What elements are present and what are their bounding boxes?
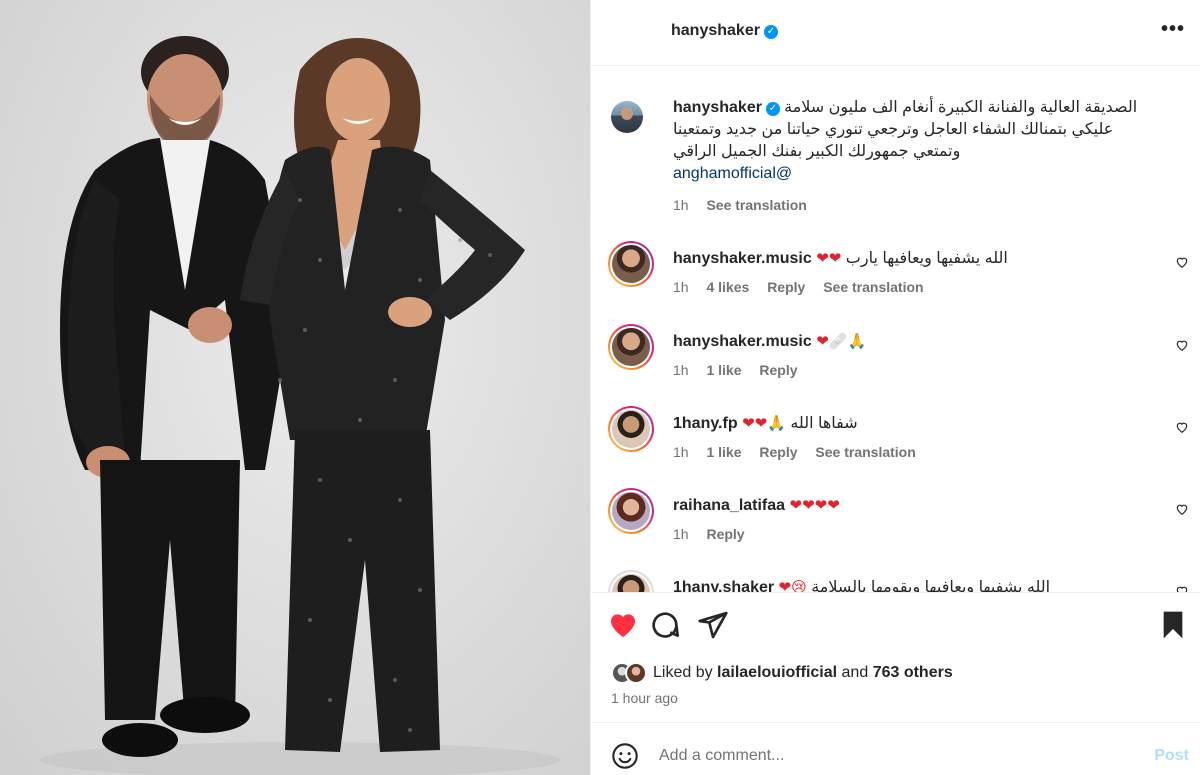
comment-like-heart-icon[interactable] [1175, 502, 1189, 516]
post-side-panel: hanyshaker ✓ ••• hanyshaker ✓ الصديقة العا… [590, 0, 1200, 775]
commenter-username[interactable]: hanyshaker.music [673, 250, 812, 267]
caption-time: 1h [673, 197, 689, 213]
reply-button[interactable]: Reply [706, 526, 744, 542]
comment-likes-count[interactable]: 1 like [706, 362, 741, 378]
comment-emoji: ❤😢 [778, 578, 807, 592]
reply-button[interactable]: Reply [759, 444, 797, 460]
see-translation-link[interactable]: See translation [706, 197, 806, 213]
liked-by-others[interactable]: 763 others [873, 664, 953, 681]
liker-avatar [625, 662, 647, 684]
caption-author-avatar[interactable] [611, 101, 643, 133]
verified-badge-icon: ✓ [763, 25, 778, 39]
heart-filled-icon[interactable] [607, 609, 639, 641]
instagram-post-view: hanyshaker ✓ ••• hanyshaker ✓ الصديقة العا… [0, 0, 1200, 775]
photo-illustration [40, 36, 560, 775]
comments-list[interactable]: hanyshaker ✓ الصديقة العالية والفنانة الك… [591, 67, 1200, 592]
caption-text-line-3: وتمتعي جمهورلك الكبير بفنك الجميل الراقي [673, 143, 961, 160]
comment-emoji: ❤❤🙏 [742, 414, 786, 432]
author-username-text[interactable]: hanyshaker [671, 22, 760, 39]
comment-emoji: ❤❤❤❤ [789, 496, 840, 514]
comment-icon[interactable] [649, 609, 681, 641]
comment-like-heart-icon[interactable] [1175, 584, 1189, 592]
comment-item: 1hany.shaker ❤😢 الله يشفيها ويعافيها ويق… [591, 570, 1200, 592]
more-options-icon[interactable]: ••• [1161, 18, 1185, 41]
caption-mention-link[interactable]: anghamofficial@ [673, 163, 1173, 185]
see-translation-link[interactable]: See translation [815, 444, 915, 460]
commenter-avatar[interactable] [608, 241, 654, 287]
commenter-avatar[interactable] [608, 570, 654, 592]
liked-by-user[interactable]: laila­elouiofficial [717, 664, 837, 681]
comment-like-heart-icon[interactable] [1175, 255, 1189, 269]
post-time-ago[interactable]: 1 hour ago [611, 690, 678, 706]
caption-text-line-2: عليكي بتمنالك الشفاء العاجل وترجعي تنوري… [673, 121, 1114, 138]
post-photo[interactable] [0, 0, 590, 775]
commenter-username[interactable]: 1hany.fp [673, 415, 738, 432]
comment-text: الله يشفيها ويعافيها ويقومها بالسلامة [811, 579, 1051, 592]
comment-time: 1h [673, 279, 689, 295]
add-comment-input[interactable] [659, 743, 1099, 769]
commenter-avatar[interactable] [608, 488, 654, 534]
reply-button[interactable]: Reply [767, 279, 805, 295]
comment-time: 1h [673, 526, 689, 542]
see-translation-link[interactable]: See translation [823, 279, 923, 295]
comment-time: 1h [673, 444, 689, 460]
liked-by-prefix: Liked by [653, 664, 713, 681]
comment-text: شفاها الله [790, 415, 858, 432]
comment-emoji: ❤❤ [816, 249, 842, 267]
commenter-avatar[interactable] [608, 324, 654, 370]
comment-likes-count[interactable]: 4 likes [706, 279, 749, 295]
reply-button[interactable]: Reply [759, 362, 797, 378]
post-comment-button[interactable]: Post [1154, 747, 1189, 765]
comment-likes-count[interactable]: 1 like [706, 444, 741, 460]
comment-time: 1h [673, 362, 689, 378]
bookmark-filled-icon[interactable] [1157, 609, 1189, 641]
post-actions-bar [591, 592, 1200, 656]
comment-item: hanyshaker.music ❤🩹🙏 1h 1 like Reply [591, 324, 1200, 396]
commenter-avatar[interactable] [608, 406, 654, 452]
comment-emoji: ❤🩹🙏 [816, 332, 867, 350]
caption-username[interactable]: hanyshaker [673, 99, 762, 116]
share-icon[interactable] [697, 609, 729, 641]
comment-text: الله يشفيها ويعافيها يارب [845, 250, 1008, 267]
commenter-username[interactable]: raihana_latifaa [673, 497, 785, 514]
liked-by-and: and [841, 664, 869, 681]
commenter-username[interactable]: 1hany.shaker [673, 579, 774, 592]
add-comment-bar: Post [591, 722, 1200, 775]
liked-by-row[interactable]: Liked by laila­elouiofficial and 763 oth… [611, 657, 953, 689]
verified-badge-icon: ✓ [765, 102, 780, 116]
commenter-username[interactable]: hanyshaker.music [673, 333, 812, 350]
author-username[interactable]: hanyshaker ✓ [671, 22, 778, 40]
comment-like-heart-icon[interactable] [1175, 338, 1189, 352]
caption-text-line-1: الصديقة العالية والفنانة الكبيرة أنغام ا… [784, 99, 1138, 116]
comment-item: hanyshaker.music ❤❤ الله يشفيها ويعافيها… [591, 241, 1200, 313]
post-header: hanyshaker ✓ ••• [591, 0, 1200, 66]
comment-item: raihana_latifaa ❤❤❤❤ 1h Reply [591, 488, 1200, 560]
comment-like-heart-icon[interactable] [1175, 420, 1189, 434]
emoji-smile-icon[interactable] [611, 742, 639, 770]
comment-item: 1hany.fp ❤❤🙏 شفاها الله 1h 1 like Reply … [591, 406, 1200, 478]
